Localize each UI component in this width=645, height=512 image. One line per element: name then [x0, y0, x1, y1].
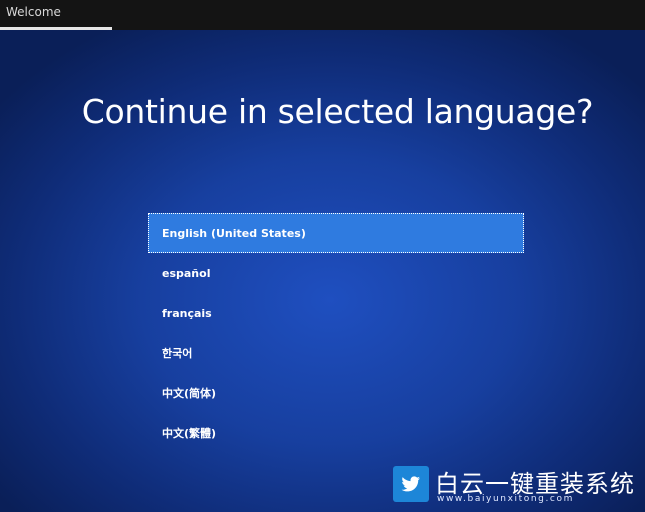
language-item-chinese-traditional[interactable]: 中文(繁體)	[148, 413, 524, 453]
language-label: English (United States)	[162, 226, 306, 240]
language-item-english-us[interactable]: English (United States)	[148, 213, 524, 253]
language-item-chinese-simplified[interactable]: 中文(简体)	[148, 373, 524, 413]
language-label: 中文(简体)	[162, 387, 217, 400]
language-label: español	[162, 266, 211, 280]
language-label: 한국어	[162, 347, 193, 360]
watermark-url: www.baiyunxitong.com	[437, 494, 574, 504]
language-item-spanish[interactable]: español	[148, 253, 524, 293]
setup-screen: Welcome Continue in selected language? E…	[0, 0, 645, 512]
watermark: 白云一键重装系统 www.baiyunxitong.com	[393, 466, 638, 506]
language-label: 中文(繁體)	[162, 427, 217, 440]
language-item-korean[interactable]: 한국어	[148, 333, 524, 373]
twitter-bird-icon	[393, 466, 429, 502]
progress-indicator	[0, 27, 112, 30]
language-item-french[interactable]: français	[148, 293, 524, 333]
page-title: Continue in selected language?	[81, 92, 594, 131]
title-bar: Welcome	[0, 0, 645, 30]
window-title: Welcome	[6, 5, 61, 19]
language-list: English (United States) español français…	[148, 213, 524, 453]
language-label: français	[162, 306, 212, 320]
